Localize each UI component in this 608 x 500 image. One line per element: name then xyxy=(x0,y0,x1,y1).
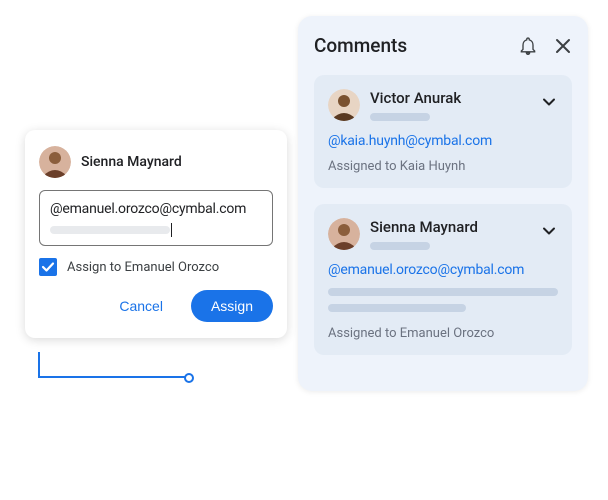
checkbox-label: Assign to Emanuel Orozco xyxy=(67,260,219,275)
checkbox-checked-icon[interactable] xyxy=(39,258,57,276)
close-icon[interactable] xyxy=(554,37,572,55)
mention-text: @emanuel.orozco@cymbal.com xyxy=(50,201,262,217)
text-caret xyxy=(171,223,172,237)
assign-button[interactable]: Assign xyxy=(191,290,273,322)
comments-panel: Comments Victor Anurak @kaia.huynh@cymba… xyxy=(298,16,588,391)
comment-author: Sienna Maynard xyxy=(370,218,530,236)
assigned-to-label: Assigned to Kaia Huynh xyxy=(328,159,558,174)
assign-dialog: Sienna Maynard @emanuel.orozco@cymbal.co… xyxy=(25,130,287,338)
comment-input[interactable]: @emanuel.orozco@cymbal.com xyxy=(39,190,273,246)
dialog-header: Sienna Maynard xyxy=(39,146,273,178)
chevron-down-icon[interactable] xyxy=(540,93,558,115)
comment-card: Sienna Maynard @emanuel.orozco@cymbal.co… xyxy=(314,204,572,355)
avatar xyxy=(328,89,360,121)
comment-card: Victor Anurak @kaia.huynh@cymbal.com Ass… xyxy=(314,75,572,188)
dialog-actions: Cancel Assign xyxy=(39,290,273,322)
chevron-down-icon[interactable] xyxy=(540,222,558,244)
connector-handle xyxy=(184,373,194,383)
cancel-button[interactable]: Cancel xyxy=(99,290,183,322)
author-name: Sienna Maynard xyxy=(81,154,182,170)
comment-body-placeholder xyxy=(328,288,558,312)
input-placeholder-bar xyxy=(50,226,170,234)
panel-title: Comments xyxy=(314,34,407,57)
bell-icon[interactable] xyxy=(518,36,538,56)
timestamp-placeholder xyxy=(370,242,430,250)
mention-link[interactable]: @kaia.huynh@cymbal.com xyxy=(328,133,558,149)
connector-line xyxy=(38,352,190,378)
assigned-to-label: Assigned to Emanuel Orozco xyxy=(328,326,558,341)
avatar xyxy=(328,218,360,250)
mention-link[interactable]: @emanuel.orozco@cymbal.com xyxy=(328,262,558,278)
comment-author: Victor Anurak xyxy=(370,89,530,107)
panel-header: Comments xyxy=(314,34,572,57)
avatar xyxy=(39,146,71,178)
assign-checkbox-row[interactable]: Assign to Emanuel Orozco xyxy=(39,258,273,276)
timestamp-placeholder xyxy=(370,113,430,121)
